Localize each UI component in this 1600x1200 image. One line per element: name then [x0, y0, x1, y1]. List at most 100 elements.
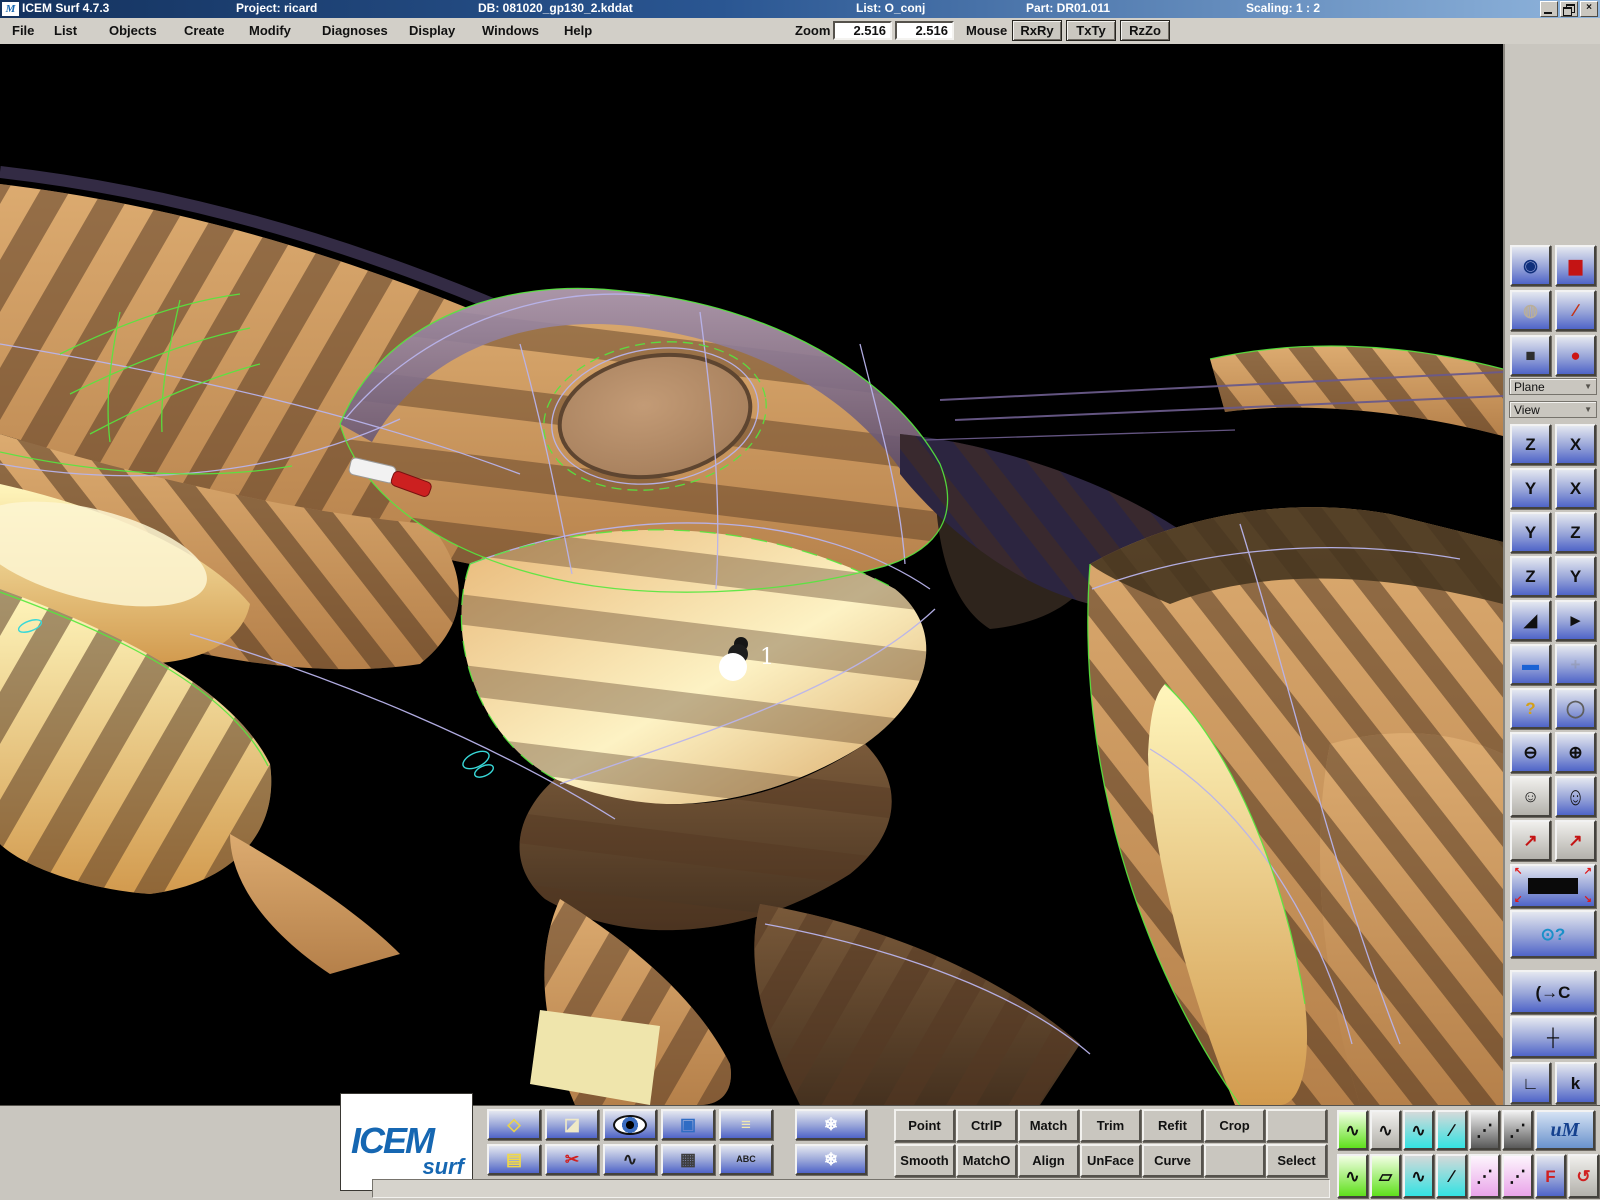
mouse-mode-txty-button[interactable]: TxTy — [1066, 20, 1116, 41]
rotate-origin-icon[interactable]: ? — [1510, 688, 1551, 729]
align-button[interactable]: Align — [1018, 1144, 1079, 1177]
pan-view-icon[interactable]: + — [1555, 644, 1596, 685]
section-stack-y-icon-glyph: Y — [1525, 480, 1536, 497]
screenshot-car-icon[interactable]: ▆ — [1555, 245, 1596, 286]
surfaces-green-icon[interactable]: ∿ — [1337, 1154, 1368, 1198]
section-stack-y-icon[interactable]: Y — [1510, 468, 1551, 509]
smiley-tall-icon[interactable]: ☺ — [1555, 776, 1596, 817]
label-abc-icon[interactable]: ABC — [719, 1144, 773, 1175]
blank-button[interactable] — [1266, 1109, 1327, 1142]
folder-icon[interactable]: ▤ — [487, 1144, 541, 1175]
mirror-view-icon[interactable]: ◯ — [1555, 688, 1596, 729]
point-row-icon[interactable]: ⋰ — [1469, 1110, 1500, 1150]
render-measure-eye-icon-glyph: ◉ — [1523, 257, 1538, 274]
ctrlp-button[interactable]: CtrlP — [956, 1109, 1017, 1142]
smiley-round-icon[interactable]: ☺ — [1510, 776, 1551, 817]
app-icon[interactable]: M — [2, 2, 19, 16]
flip-view-x-icon[interactable]: ► — [1555, 600, 1596, 641]
curve-transition-icon[interactable]: (→C — [1510, 970, 1596, 1014]
examine-help-icon[interactable]: ⊙? — [1510, 910, 1596, 958]
highlight-sphere-icon[interactable]: ● — [1555, 335, 1596, 376]
surface-outline-icon[interactable]: ∿ — [1370, 1110, 1401, 1150]
menu-list[interactable]: List — [50, 18, 81, 44]
curve-cyan-icon[interactable]: ∿ — [1403, 1110, 1434, 1150]
trim-button[interactable]: Trim — [1080, 1109, 1141, 1142]
3d-viewport[interactable]: 1 — [0, 44, 1503, 1105]
menu-display[interactable]: Display — [405, 18, 459, 44]
shell-material-icon[interactable]: ◍ — [1510, 290, 1551, 331]
menu-windows[interactable]: Windows — [478, 18, 543, 44]
scale-arrow2-icon[interactable]: ↗ — [1555, 820, 1596, 861]
mouse-mode-rzzo-button[interactable]: RzZo — [1120, 20, 1170, 41]
curve-arrows-icon[interactable]: ↺ — [1568, 1154, 1599, 1198]
zoom-out-icon[interactable]: ⊖ — [1510, 732, 1551, 773]
point-row2-icon[interactable]: ⋰ — [1502, 1110, 1533, 1150]
box-view-icon[interactable]: ◪ — [545, 1109, 599, 1140]
tangent-vectors-icon[interactable]: k — [1555, 1062, 1596, 1104]
menu-diagnoses[interactable]: Diagnoses — [318, 18, 392, 44]
menu-help[interactable]: Help — [560, 18, 596, 44]
close-button[interactable]: × — [1580, 1, 1598, 17]
select-button[interactable]: Select — [1266, 1144, 1327, 1177]
diagnosis-stethoscope-icon[interactable]: ∿ — [603, 1144, 657, 1175]
point-cloud2-pink-icon[interactable]: ⋰ — [1502, 1154, 1533, 1198]
curve2-cyan-icon[interactable]: ∿ — [1403, 1154, 1434, 1198]
smiley-tall-icon-glyph: ☺ — [1567, 784, 1584, 810]
icem-um-logo-icon[interactable]: uM — [1535, 1110, 1595, 1150]
view-dropdown-label: View — [1514, 403, 1540, 417]
view-y-bottom-icon[interactable]: Y — [1510, 512, 1551, 553]
blank-button[interactable] — [1204, 1144, 1265, 1177]
fit-view-icon[interactable]: ↖↗↙↘ — [1510, 864, 1596, 908]
refit-button[interactable]: Refit — [1142, 1109, 1203, 1142]
view-z-front-icon[interactable]: Z — [1510, 424, 1551, 465]
matcho-button[interactable]: MatchO — [956, 1144, 1017, 1177]
mouse-mode-rxry-button[interactable]: RxRy — [1012, 20, 1062, 41]
minimize-button[interactable] — [1540, 1, 1558, 17]
menu-create[interactable]: Create — [180, 18, 228, 44]
view-z-left-icon[interactable]: Z — [1510, 556, 1551, 597]
view-dropdown[interactable]: View▼ — [1509, 401, 1597, 418]
restore-button[interactable] — [1560, 1, 1578, 17]
iso-view-icon[interactable]: ◢ — [1510, 600, 1551, 641]
airbrush-icon[interactable]: ∕ — [1555, 290, 1596, 331]
zoom-input-2[interactable] — [895, 21, 954, 40]
menu-modify[interactable]: Modify — [245, 18, 295, 44]
faces-green-icon[interactable]: ▱ — [1370, 1154, 1401, 1198]
view-y-top-icon[interactable]: Y — [1555, 556, 1596, 597]
logo-text-icem: ICEM — [351, 1120, 433, 1162]
plan-sheet-icon[interactable]: F — [1535, 1154, 1566, 1198]
point-cloud-pink-icon[interactable]: ⋰ — [1469, 1154, 1500, 1198]
view-x-side-icon[interactable]: X — [1555, 424, 1596, 465]
menu-file[interactable]: File — [8, 18, 38, 44]
crop-button[interactable]: Crop — [1204, 1109, 1265, 1142]
render-measure-eye-icon[interactable]: ◉ — [1510, 245, 1551, 286]
freeze-refresh-icon[interactable]: ❄ — [795, 1144, 867, 1175]
axes-corner-icon[interactable]: ∟ — [1510, 1062, 1551, 1104]
command-status-field[interactable] — [372, 1179, 1330, 1198]
curvature-plot-icon[interactable]: ┼ — [1510, 1016, 1596, 1058]
unface-button[interactable]: UnFace — [1080, 1144, 1141, 1177]
section-stack-x-icon[interactable]: X — [1555, 468, 1596, 509]
cut-plane-icon[interactable]: ✂ — [545, 1144, 599, 1175]
notes-edit-icon[interactable]: ≡ — [719, 1109, 773, 1140]
freeze-icon[interactable]: ❄ — [795, 1109, 867, 1140]
curve-button[interactable]: Curve — [1142, 1144, 1203, 1177]
line-cyan-icon[interactable]: ∕ — [1436, 1154, 1467, 1198]
menu-objects[interactable]: Objects — [105, 18, 161, 44]
zoom-in-icon[interactable]: ⊕ — [1555, 732, 1596, 773]
visibility-eye-icon[interactable] — [603, 1109, 657, 1140]
window-copy-icon[interactable]: ▣ — [661, 1109, 715, 1140]
workplane-icon[interactable]: ◇ — [487, 1109, 541, 1140]
zoom-input-1[interactable] — [833, 21, 892, 40]
surface-curves-green-icon[interactable]: ∿ — [1337, 1110, 1368, 1150]
plane-dropdown[interactable]: Plane▼ — [1509, 378, 1597, 395]
view-z-side-icon[interactable]: Z — [1555, 512, 1596, 553]
curve-segment-cyan-icon[interactable]: ∕ — [1436, 1110, 1467, 1150]
smooth-button[interactable]: Smooth — [894, 1144, 955, 1177]
scale-arrow-icon[interactable]: ↗ — [1510, 820, 1551, 861]
trash-icon[interactable]: ▦ — [661, 1144, 715, 1175]
shading-cube-icon[interactable]: ■ — [1510, 335, 1551, 376]
box-zoom-icon[interactable]: ▬ — [1510, 644, 1551, 685]
match-button[interactable]: Match — [1018, 1109, 1079, 1142]
point-button[interactable]: Point — [894, 1109, 955, 1142]
